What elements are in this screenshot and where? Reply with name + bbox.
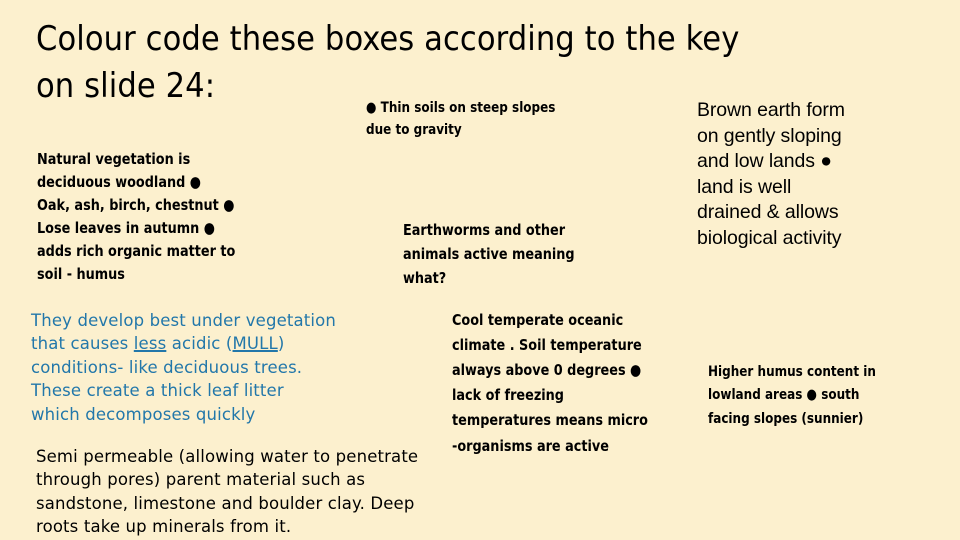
textbox-brown-earth: Brown earth form on gently sloping and l… [697,99,845,249]
mull-underline-mull: MULL [232,334,278,354]
textbox-earthworms: Earthworms and other animals active mean… [403,221,575,288]
mull-text-part-2: acidic ( [166,334,233,354]
mull-underline-less: less [133,334,167,354]
textbox-natural-vegetation: Natural vegetation is deciduous woodland… [37,150,236,283]
textbox-higher-humus: Higher humus content in lowland areas ● … [708,364,876,427]
page-title: Colour code these boxes according to the… [36,19,740,106]
textbox-mull: They develop best under vegetation that … [31,309,431,426]
textbox-thin-soils: ● Thin soils on steep slopes due to grav… [366,100,556,138]
textbox-climate: Cool temperate oceanic climate . Soil te… [452,311,648,455]
textbox-semi-permeable: Semi permeable (allowing water to penetr… [36,447,419,537]
slide-canvas: Colour code these boxes according to the… [0,0,960,540]
